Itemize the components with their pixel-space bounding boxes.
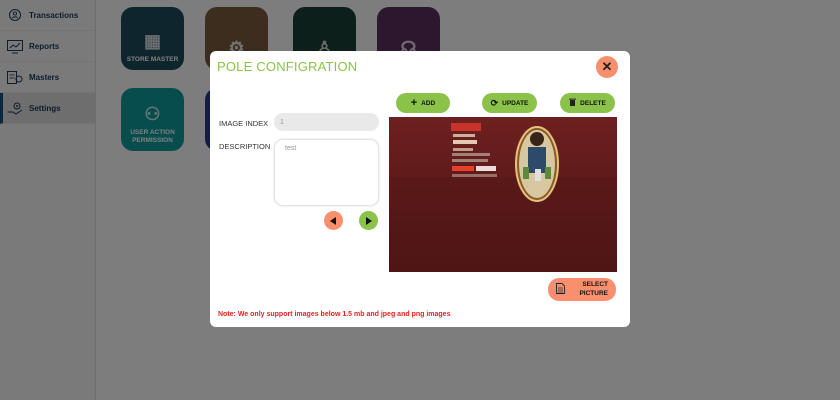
refresh-icon: ⟳: [490, 97, 499, 108]
select-picture-label-line-1: SELECT: [582, 281, 608, 289]
add-button[interactable]: + ADD: [396, 93, 450, 113]
description-input[interactable]: test: [274, 139, 379, 206]
arrow-left-icon: [330, 216, 336, 225]
image-preview: [389, 117, 617, 272]
select-picture-label: SELECT PICTURE: [565, 281, 608, 297]
select-picture-label-line-2: PICTURE: [579, 289, 608, 297]
delete-button-label: DELETE: [580, 99, 606, 107]
image-index-input[interactable]: [274, 113, 379, 131]
pole-configuration-modal: POLE CONFIGRATION ✕ + ADD ⟳ UPDATE DELET…: [210, 51, 630, 327]
select-picture-button[interactable]: SELECT PICTURE: [548, 278, 616, 301]
previous-image-button[interactable]: [324, 211, 343, 230]
file-size-note: Note: We only support images below 1.5 m…: [218, 311, 451, 318]
close-button[interactable]: ✕: [596, 56, 618, 78]
update-button[interactable]: ⟳ UPDATE: [482, 93, 537, 113]
modal-title: POLE CONFIGRATION: [217, 59, 358, 74]
delete-button[interactable]: DELETE: [560, 93, 615, 113]
advertisement-image: [389, 117, 617, 272]
description-label: DESCRIPTION: [219, 142, 271, 151]
image-index-label: IMAGE INDEX: [219, 119, 269, 128]
arrow-right-icon: [366, 216, 372, 225]
close-icon: ✕: [601, 59, 613, 74]
file-icon: [556, 283, 565, 296]
plus-icon: +: [410, 96, 418, 109]
next-image-button[interactable]: [359, 211, 378, 230]
trash-icon: [569, 98, 577, 108]
add-button-label: ADD: [421, 99, 436, 107]
update-button-label: UPDATE: [502, 99, 529, 107]
